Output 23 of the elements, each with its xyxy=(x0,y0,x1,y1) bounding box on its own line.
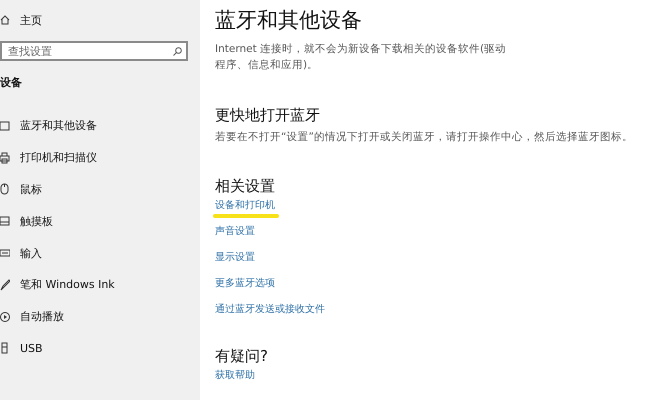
sidebar-item[interactable]: 输入 xyxy=(0,237,200,269)
settings-link[interactable]: 获取帮助 xyxy=(215,368,255,384)
settings-link[interactable]: 通过蓝牙发送或接收文件 xyxy=(215,302,325,318)
search-field[interactable]: 查找设置 xyxy=(0,41,188,61)
sidebar-item[interactable]: 打印机和扫描仪 xyxy=(0,142,200,174)
section-heading: 设备 xyxy=(0,75,23,90)
section-heading: 更快地打开蓝牙 xyxy=(215,105,321,125)
home-link[interactable]: 主页 xyxy=(20,12,42,28)
sidebar-item[interactable]: 鼠标 xyxy=(0,174,200,206)
settings-link[interactable]: 显示设置 xyxy=(215,250,255,266)
section-heading: 有疑问? xyxy=(215,346,269,366)
description-text: 若要在不打开“设置”的情况下打开或关闭蓝牙，请打开操作中心，然后选择蓝牙图标。 xyxy=(215,130,634,144)
description-text: Internet 连接时，就不会为新设备下载相关的设备软件(驱动程序、信息和应用)。 xyxy=(215,42,508,73)
sidebar-item[interactable]: 蓝牙和其他设备 xyxy=(0,110,200,142)
sidebar-item[interactable]: 笔和 Windows Ink xyxy=(0,268,200,301)
settings-link[interactable]: 设备和打印机 xyxy=(215,198,275,214)
settings-link[interactable]: 更多蓝牙选项 xyxy=(215,276,275,292)
sidebar-item[interactable]: 触摸板 xyxy=(0,205,200,238)
page-title: 蓝牙和其他设备 xyxy=(215,7,363,33)
sidebar-item[interactable]: USB xyxy=(0,332,200,364)
section-heading: 相关设置 xyxy=(215,176,276,196)
sidebar-item[interactable]: 自动播放 xyxy=(0,300,200,333)
settings-link[interactable]: 声音设置 xyxy=(215,224,255,240)
